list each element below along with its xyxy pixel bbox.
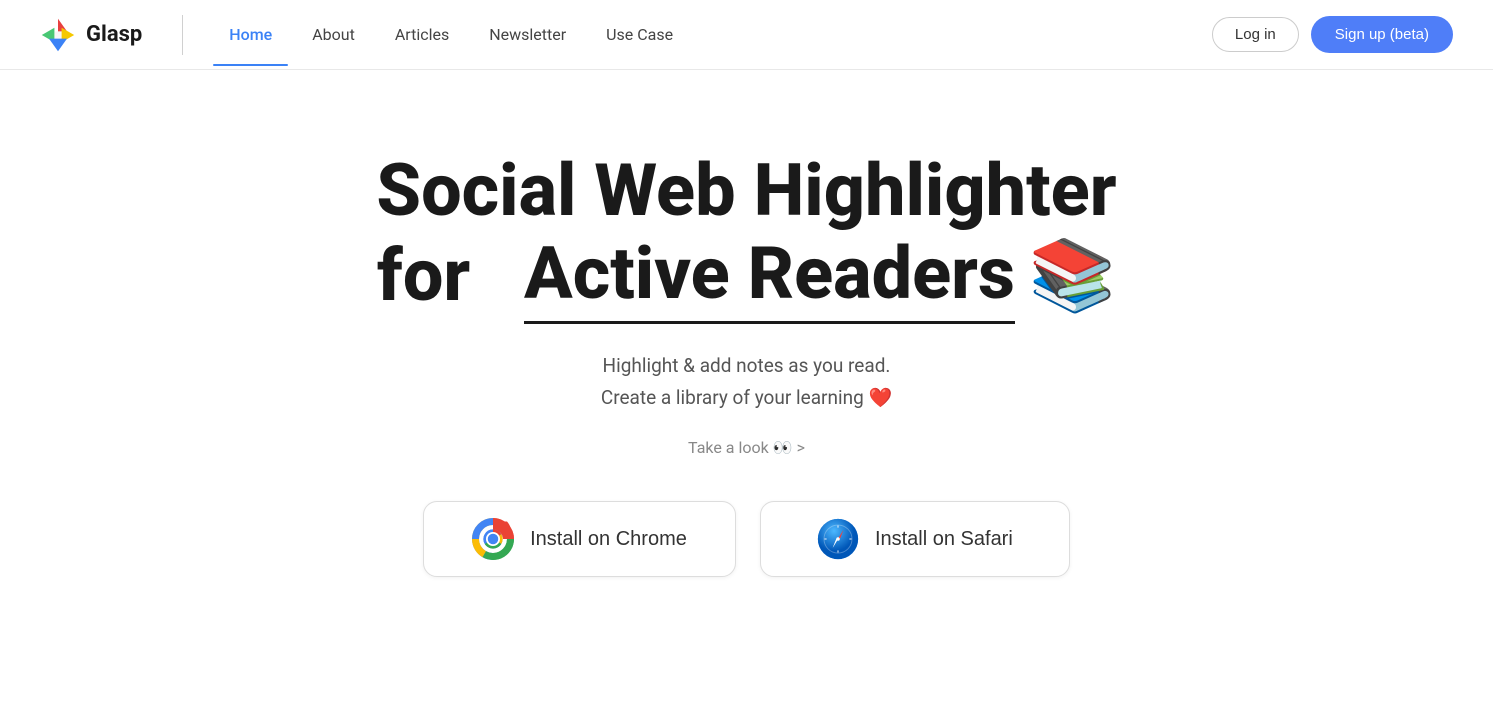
navbar: Glasp Home About Articles Newsletter Use…	[0, 0, 1493, 70]
nav-link-use-case[interactable]: Use Case	[590, 17, 689, 52]
hero-subtitle-line2: Create a library of your learning ❤️	[601, 382, 892, 414]
hero-title-underlined: Active Readers	[524, 233, 1015, 320]
login-button[interactable]: Log in	[1212, 17, 1299, 52]
hero-subtitle-line1: Highlight & add notes as you read.	[601, 350, 892, 382]
hero-section: Social Web Highlighter for Active Reader…	[0, 70, 1493, 637]
hero-title: Social Web Highlighter for Active Reader…	[376, 150, 1116, 320]
take-a-look-link[interactable]: Take a look 👀 >	[688, 438, 805, 457]
signup-button[interactable]: Sign up (beta)	[1311, 16, 1453, 53]
safari-icon	[817, 518, 859, 560]
brand-name: Glasp	[86, 22, 142, 47]
nav-actions: Log in Sign up (beta)	[1212, 16, 1453, 53]
nav-links: Home About Articles Newsletter Use Case	[213, 17, 1212, 52]
install-safari-button[interactable]: Install on Safari	[760, 501, 1070, 577]
nav-link-articles[interactable]: Articles	[379, 17, 465, 52]
hero-subtitle: Highlight & add notes as you read. Creat…	[601, 350, 892, 415]
install-chrome-button[interactable]: Install on Chrome	[423, 501, 736, 577]
glasp-logo-icon	[40, 17, 76, 53]
nav-link-home[interactable]: Home	[213, 17, 288, 52]
chrome-icon	[472, 518, 514, 560]
nav-link-newsletter[interactable]: Newsletter	[473, 17, 582, 52]
hero-title-for: for	[377, 235, 524, 318]
hero-title-line2: for Active Readers 📚	[376, 233, 1116, 320]
hero-title-line1: Social Web Highlighter	[376, 150, 1116, 233]
install-safari-label: Install on Safari	[875, 528, 1013, 551]
nav-link-about[interactable]: About	[296, 17, 371, 52]
install-buttons-container: Install on Chrome	[423, 501, 1070, 577]
logo-link[interactable]: Glasp	[40, 17, 142, 53]
install-chrome-label: Install on Chrome	[530, 528, 687, 551]
nav-divider	[182, 15, 183, 55]
books-emoji: 📚	[1029, 241, 1116, 311]
